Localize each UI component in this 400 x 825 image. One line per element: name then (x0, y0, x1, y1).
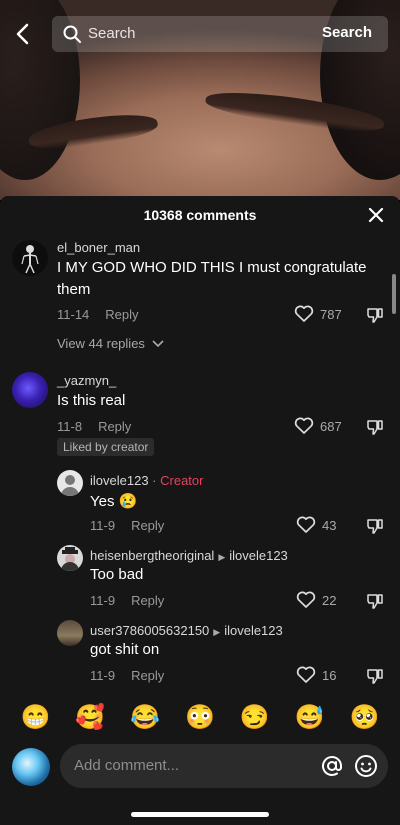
heart-icon (296, 591, 316, 608)
reply-item: ilovele123 · Creator Yes 😢 11-9 Reply 43 (0, 468, 400, 538)
emoji-flushed[interactable]: 😳 (184, 702, 216, 734)
comment-meta: 11-8 Reply (57, 419, 131, 434)
heart-icon (294, 417, 314, 434)
reply-date: 11-9 (90, 668, 116, 683)
like-count: 43 (322, 517, 337, 533)
emoji-tears-of-joy[interactable]: 😂 (129, 702, 161, 734)
add-comment-input[interactable]: Add comment... (60, 744, 388, 788)
like-button[interactable]: 43 (296, 516, 336, 534)
search-placeholder: Search (88, 25, 136, 42)
reply-item: user3786005632150 ▶ ilovele123 got shit on… (0, 618, 400, 688)
like-button[interactable]: 22 (296, 591, 336, 609)
like-button[interactable]: 16 (296, 666, 336, 684)
reply-to-arrow-icon: ▶ (213, 627, 221, 637)
dislike-icon[interactable] (366, 418, 384, 436)
mention-icon[interactable] (320, 754, 344, 778)
avatar[interactable] (57, 545, 83, 571)
avatar[interactable] (12, 240, 48, 276)
emoji-sweat-smile[interactable]: 😅 (294, 702, 326, 734)
avatar[interactable] (57, 620, 83, 646)
dislike-icon[interactable] (366, 517, 384, 535)
comments-header: 10368 comments (0, 196, 400, 234)
like-count: 22 (322, 592, 337, 608)
my-avatar[interactable] (12, 748, 50, 786)
separator-dot: · (152, 473, 161, 488)
like-button[interactable]: 787 (294, 305, 342, 323)
like-button[interactable]: 687 (294, 417, 342, 435)
comment-date: 11-14 (57, 307, 90, 322)
reply-username[interactable]: heisenbergtheoriginal (90, 548, 214, 563)
reply-text: Too bad (90, 566, 144, 583)
reply-username[interactable]: user3786005632150 (90, 623, 209, 638)
comment-date: 11-8 (57, 419, 83, 434)
reply-meta: 11-9 Reply (90, 518, 164, 533)
view-replies-button[interactable]: View 44 replies (57, 336, 164, 351)
like-count: 687 (320, 418, 342, 434)
reply-username-row: user3786005632150 ▶ ilovele123 (90, 623, 283, 638)
dislike-icon[interactable] (366, 306, 384, 324)
comment-composer: Add comment... (0, 744, 400, 792)
comment-text: I MY GOD WHO DID THIS I must congratulat… (57, 259, 367, 298)
emoji-grin[interactable]: 😁 (19, 702, 51, 734)
reply-to-username[interactable]: ilovele123 (224, 623, 283, 638)
reply-username-row: heisenbergtheoriginal ▶ ilovele123 (90, 548, 288, 563)
home-indicator[interactable] (131, 812, 269, 817)
emoji-smiling-hearts[interactable]: 🥰 (74, 702, 106, 734)
heart-icon (294, 305, 314, 322)
dislike-icon[interactable] (366, 667, 384, 685)
comment-text: Is this real (57, 392, 126, 409)
emoji-quick-bar: 😁 🥰 😂 😳 😏 😅 🥺 (0, 702, 400, 734)
reply-date: 11-9 (90, 593, 116, 608)
reply-text: got shit on (90, 641, 160, 658)
liked-by-creator-badge: Liked by creator (57, 438, 155, 456)
reply-to-arrow-icon: ▶ (218, 552, 226, 562)
emoji-pleading[interactable]: 🥺 (348, 702, 380, 734)
search-input[interactable]: Search Search (52, 16, 388, 52)
chevron-down-icon (151, 340, 164, 348)
dislike-icon[interactable] (366, 592, 384, 610)
comment-username[interactable]: el_boner_man (57, 240, 140, 255)
reply-username[interactable]: ilovele123 (90, 473, 149, 488)
comment-item: _yazmyn_ Is this real 11-8 Reply 687 Like… (0, 370, 400, 460)
reply-item: heisenbergtheoriginal ▶ ilovele123 Too bad… (0, 543, 400, 613)
search-button[interactable]: Search (322, 24, 372, 41)
add-comment-placeholder: Add comment... (74, 757, 180, 774)
comment-item: el_boner_man I MY GOD WHO DID THIS I mus… (0, 238, 400, 358)
avatar[interactable] (57, 470, 83, 496)
reply-button[interactable]: Reply (131, 518, 164, 533)
reply-to-username[interactable]: ilovele123 (229, 548, 288, 563)
top-search-bar: Search Search (0, 14, 400, 54)
reply-button[interactable]: Reply (98, 419, 131, 434)
reply-meta: 11-9 Reply (90, 593, 164, 608)
reply-date: 11-9 (90, 518, 116, 533)
heart-icon (296, 516, 316, 533)
like-count: 787 (320, 306, 342, 322)
avatar[interactable] (12, 372, 48, 408)
reply-text: Yes 😢 (90, 493, 138, 510)
close-icon[interactable] (368, 207, 384, 223)
like-count: 16 (322, 667, 337, 683)
reply-username-row: ilovele123 · Creator (90, 473, 203, 488)
search-icon (62, 24, 82, 44)
reply-button[interactable]: Reply (131, 668, 164, 683)
reply-button[interactable]: Reply (105, 307, 138, 322)
emoji-picker-icon[interactable] (354, 754, 378, 778)
emoji-smirk[interactable]: 😏 (239, 702, 271, 734)
reply-meta: 11-9 Reply (90, 668, 164, 683)
creator-label: Creator (160, 473, 204, 488)
reply-button[interactable]: Reply (131, 593, 164, 608)
comment-meta: 11-14 Reply (57, 307, 139, 322)
comment-username[interactable]: _yazmyn_ (57, 373, 116, 388)
comments-count-title: 10368 comments (143, 207, 257, 223)
back-arrow-icon[interactable] (10, 20, 38, 48)
view-replies-label: View 44 replies (57, 336, 145, 351)
heart-icon (296, 666, 316, 683)
